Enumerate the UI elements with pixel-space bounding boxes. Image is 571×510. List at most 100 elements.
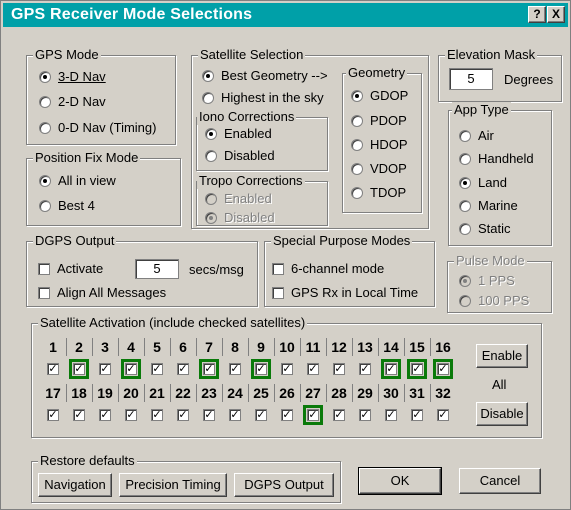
gps-mode-3d-radio[interactable]: 3-D Nav <box>39 69 106 85</box>
radio-icon[interactable] <box>459 223 471 235</box>
satellite-checkbox-29[interactable]: ✓ <box>355 405 375 425</box>
check-icon[interactable]: ✓ <box>99 363 111 375</box>
check-icon[interactable]: ✓ <box>437 363 449 375</box>
check-icon[interactable]: ✓ <box>203 409 215 421</box>
satellite-checkbox-2[interactable]: ✓ <box>69 359 89 379</box>
satellite-checkbox-26[interactable]: ✓ <box>277 405 297 425</box>
restore-precision-timing-button[interactable]: Precision Timing <box>119 473 227 497</box>
satellite-checkbox-27[interactable]: ✓ <box>303 405 323 425</box>
dgps-activate-checkbox[interactable]: Activate <box>38 261 103 277</box>
radio-icon[interactable] <box>39 200 51 212</box>
check-icon[interactable]: ✓ <box>47 363 59 375</box>
satellite-checkbox-9[interactable]: ✓ <box>251 359 271 379</box>
satellite-checkbox-21[interactable]: ✓ <box>147 405 167 425</box>
app-handheld-radio[interactable]: Handheld <box>459 151 534 167</box>
radio-icon[interactable] <box>459 130 471 142</box>
radio-icon[interactable] <box>39 96 51 108</box>
check-icon[interactable]: ✓ <box>333 363 345 375</box>
close-icon[interactable]: X <box>547 6 565 23</box>
cancel-button[interactable]: Cancel <box>459 468 541 494</box>
check-icon[interactable]: ✓ <box>125 363 137 375</box>
six-channel-checkbox[interactable]: 6-channel mode <box>272 261 384 277</box>
check-icon[interactable]: ✓ <box>255 409 267 421</box>
check-icon[interactable]: ✓ <box>177 409 189 421</box>
check-icon[interactable]: ✓ <box>385 363 397 375</box>
check-icon[interactable]: ✓ <box>229 363 241 375</box>
satellite-checkbox-14[interactable]: ✓ <box>381 359 401 379</box>
gps-mode-0d-radio[interactable]: 0-D Nav (Timing) <box>39 120 156 136</box>
checkbox-icon[interactable] <box>272 263 284 275</box>
satellite-checkbox-31[interactable]: ✓ <box>407 405 427 425</box>
geometry-pdop-radio[interactable]: PDOP <box>351 113 407 129</box>
checkbox-icon[interactable] <box>38 263 50 275</box>
best-geometry-radio[interactable]: Best Geometry --> <box>202 68 328 84</box>
check-icon[interactable]: ✓ <box>307 363 319 375</box>
satellite-checkbox-4[interactable]: ✓ <box>121 359 141 379</box>
check-icon[interactable]: ✓ <box>99 409 111 421</box>
check-icon[interactable]: ✓ <box>281 363 293 375</box>
check-icon[interactable]: ✓ <box>411 409 423 421</box>
check-icon[interactable]: ✓ <box>281 409 293 421</box>
restore-navigation-button[interactable]: Navigation <box>38 473 112 497</box>
radio-icon[interactable] <box>202 70 214 82</box>
fix-best4-radio[interactable]: Best 4 <box>39 198 95 214</box>
radio-icon[interactable] <box>351 115 363 127</box>
check-icon[interactable]: ✓ <box>385 409 397 421</box>
satellite-checkbox-11[interactable]: ✓ <box>303 359 323 379</box>
satellite-checkbox-15[interactable]: ✓ <box>407 359 427 379</box>
ok-button[interactable]: OK <box>358 467 442 495</box>
app-land-radio[interactable]: Land <box>459 175 507 191</box>
radio-icon[interactable] <box>459 177 471 189</box>
fix-all-in-view-radio[interactable]: All in view <box>39 173 116 189</box>
app-marine-radio[interactable]: Marine <box>459 198 518 214</box>
check-icon[interactable]: ✓ <box>47 409 59 421</box>
radio-icon[interactable] <box>351 187 363 199</box>
radio-icon[interactable] <box>39 175 51 187</box>
elevation-input[interactable]: 5 <box>449 68 493 90</box>
radio-icon[interactable] <box>205 150 217 162</box>
check-icon[interactable]: ✓ <box>307 409 319 421</box>
satellite-checkbox-3[interactable]: ✓ <box>95 359 115 379</box>
dgps-align-checkbox[interactable]: Align All Messages <box>38 285 166 301</box>
radio-icon[interactable] <box>39 71 51 83</box>
satellite-checkbox-12[interactable]: ✓ <box>329 359 349 379</box>
radio-icon[interactable] <box>351 90 363 102</box>
check-icon[interactable]: ✓ <box>73 363 85 375</box>
app-air-radio[interactable]: Air <box>459 128 494 144</box>
satellite-checkbox-28[interactable]: ✓ <box>329 405 349 425</box>
restore-dgps-output-button[interactable]: DGPS Output <box>234 473 334 497</box>
satellite-checkbox-30[interactable]: ✓ <box>381 405 401 425</box>
geometry-hdop-radio[interactable]: HDOP <box>351 137 408 153</box>
satellite-checkbox-24[interactable]: ✓ <box>225 405 245 425</box>
check-icon[interactable]: ✓ <box>255 363 267 375</box>
app-static-radio[interactable]: Static <box>459 221 511 237</box>
check-icon[interactable]: ✓ <box>411 363 423 375</box>
satellite-checkbox-16[interactable]: ✓ <box>433 359 453 379</box>
check-icon[interactable]: ✓ <box>229 409 241 421</box>
local-time-checkbox[interactable]: GPS Rx in Local Time <box>272 285 418 301</box>
satellite-checkbox-8[interactable]: ✓ <box>225 359 245 379</box>
satellite-checkbox-25[interactable]: ✓ <box>251 405 271 425</box>
satellite-checkbox-32[interactable]: ✓ <box>433 405 453 425</box>
iono-disabled-radio[interactable]: Disabled <box>205 148 275 164</box>
radio-icon[interactable] <box>205 128 217 140</box>
geometry-tdop-radio[interactable]: TDOP <box>351 185 406 201</box>
check-icon[interactable]: ✓ <box>359 409 371 421</box>
enable-all-button[interactable]: Enable <box>476 344 528 368</box>
disable-all-button[interactable]: Disable <box>476 402 528 426</box>
highest-sky-radio[interactable]: Highest in the sky <box>202 90 324 106</box>
iono-enabled-radio[interactable]: Enabled <box>205 126 272 142</box>
check-icon[interactable]: ✓ <box>333 409 345 421</box>
checkbox-icon[interactable] <box>38 287 50 299</box>
satellite-checkbox-17[interactable]: ✓ <box>43 405 63 425</box>
satellite-checkbox-7[interactable]: ✓ <box>199 359 219 379</box>
satellite-checkbox-22[interactable]: ✓ <box>173 405 193 425</box>
title-bar[interactable]: GPS Receiver Mode Selections ? X <box>3 3 568 27</box>
geometry-gdop-radio[interactable]: GDOP <box>351 88 408 104</box>
radio-icon[interactable] <box>202 92 214 104</box>
check-icon[interactable]: ✓ <box>73 409 85 421</box>
check-icon[interactable]: ✓ <box>203 363 215 375</box>
satellite-checkbox-19[interactable]: ✓ <box>95 405 115 425</box>
radio-icon[interactable] <box>39 122 51 134</box>
check-icon[interactable]: ✓ <box>125 409 137 421</box>
